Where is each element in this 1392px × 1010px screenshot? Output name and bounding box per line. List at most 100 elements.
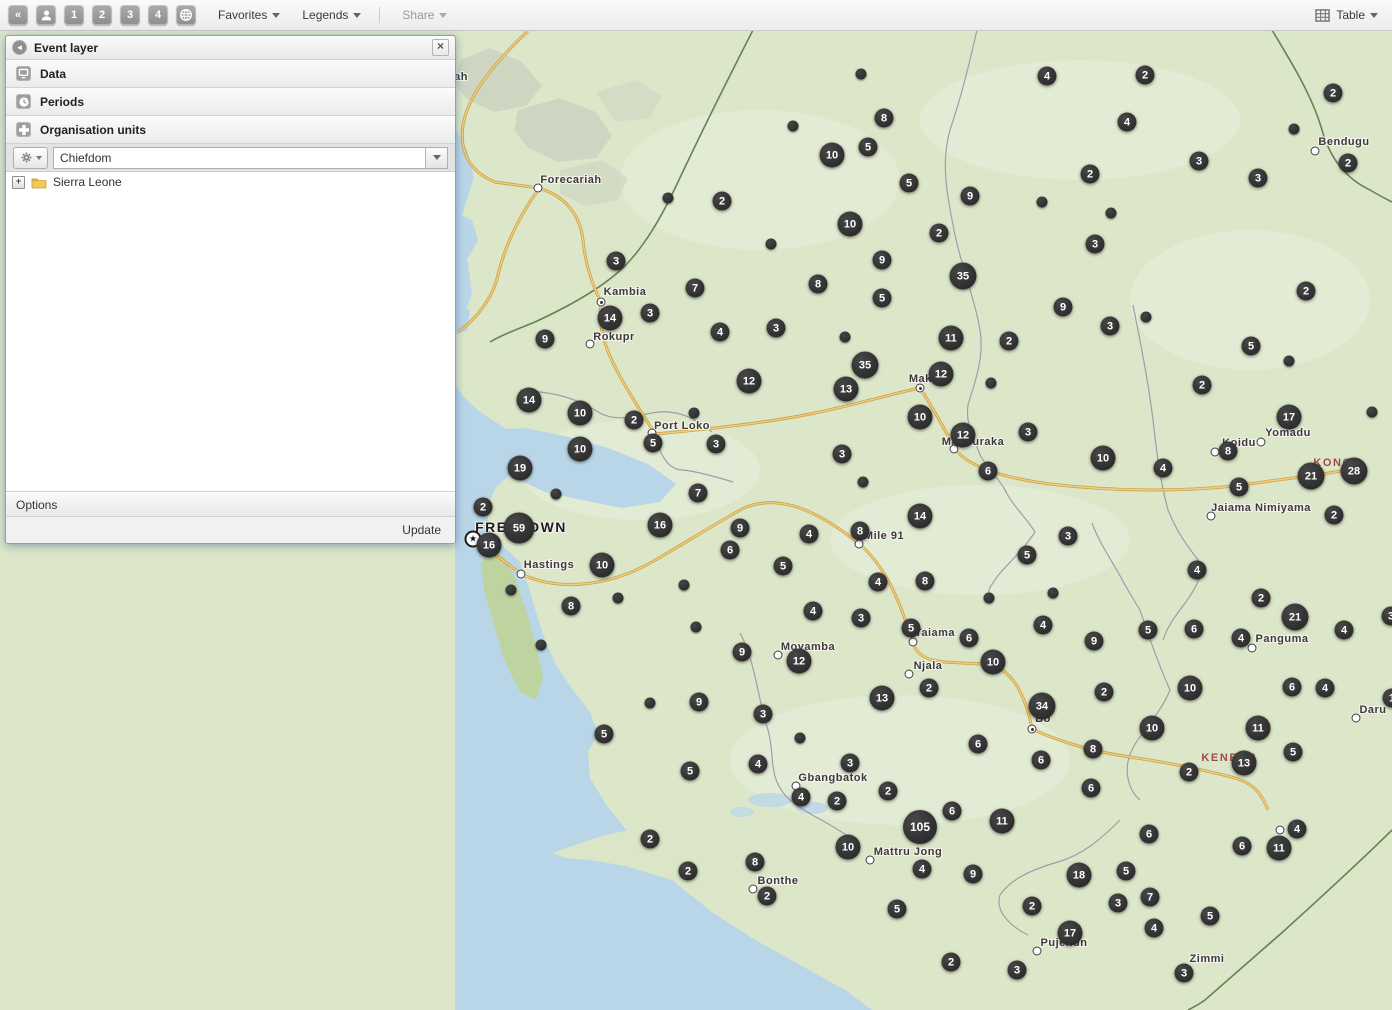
cluster-marker[interactable]: 3 [767, 319, 786, 338]
cluster-marker[interactable]: 2 [625, 411, 644, 430]
event-dot[interactable] [795, 733, 806, 744]
cluster-marker[interactable]: 2 [1325, 506, 1344, 525]
cluster-marker[interactable]: 9 [964, 865, 983, 884]
cluster-marker[interactable]: 5 [888, 900, 907, 919]
cluster-marker[interactable]: 10 [836, 835, 861, 860]
event-dot[interactable] [840, 332, 851, 343]
event-dot[interactable] [1367, 407, 1378, 418]
cluster-marker[interactable]: 4 [1288, 820, 1307, 839]
layer-3-button[interactable]: 3 [120, 5, 140, 25]
cluster-marker[interactable]: 14 [517, 388, 542, 413]
cluster-marker[interactable]: 7 [1141, 888, 1160, 907]
cluster-marker[interactable]: 6 [1185, 620, 1204, 639]
cluster-marker[interactable]: 4 [1118, 113, 1137, 132]
cluster-marker[interactable]: 5 [1284, 743, 1303, 762]
cluster-marker[interactable]: 9 [733, 643, 752, 662]
cluster-marker[interactable]: 2 [679, 862, 698, 881]
cluster-marker[interactable]: 11 [939, 326, 964, 351]
cluster-marker[interactable]: 6 [969, 735, 988, 754]
cluster-marker[interactable]: 10 [908, 405, 933, 430]
event-dot[interactable] [766, 239, 777, 250]
section-data[interactable]: Data [6, 60, 455, 88]
event-dot[interactable] [858, 477, 869, 488]
cluster-marker[interactable]: 5 [859, 138, 878, 157]
event-dot[interactable] [1141, 312, 1152, 323]
section-periods[interactable]: Periods [6, 88, 455, 116]
event-dot[interactable] [1037, 197, 1048, 208]
cluster-marker[interactable]: 10 [590, 553, 615, 578]
cluster-marker[interactable]: 6 [979, 462, 998, 481]
cluster-marker[interactable]: 5 [873, 289, 892, 308]
cluster-marker[interactable]: 9 [873, 251, 892, 270]
cluster-marker[interactable]: 7 [686, 279, 705, 298]
options-section[interactable]: Options [6, 492, 455, 517]
cluster-marker[interactable]: 8 [916, 572, 935, 591]
cluster-marker[interactable]: 13 [1232, 751, 1257, 776]
cluster-marker[interactable]: 35 [852, 352, 879, 379]
layer-1-button[interactable]: 1 [64, 5, 84, 25]
cluster-marker[interactable]: 3 [1382, 607, 1392, 626]
cluster-marker[interactable]: 13 [870, 686, 895, 711]
cluster-marker[interactable]: 6 [1032, 751, 1051, 770]
cluster-marker[interactable]: 6 [721, 541, 740, 560]
cluster-marker[interactable]: 2 [1136, 66, 1155, 85]
cluster-marker[interactable]: 10 [981, 650, 1006, 675]
cluster-marker[interactable]: 10 [568, 401, 593, 426]
cluster-marker[interactable]: 4 [800, 525, 819, 544]
close-icon[interactable]: × [432, 39, 449, 56]
cluster-marker[interactable]: 8 [1219, 442, 1238, 461]
event-dot[interactable] [613, 593, 624, 604]
cluster-marker[interactable]: 3 [607, 252, 626, 271]
cluster-marker[interactable]: 2 [1339, 154, 1358, 173]
cluster-marker[interactable]: 5 [900, 174, 919, 193]
cluster-marker[interactable]: 2 [1324, 84, 1343, 103]
cluster-marker[interactable]: 9 [731, 519, 750, 538]
cluster-marker[interactable]: 2 [1023, 897, 1042, 916]
cluster-marker[interactable]: 11 [1246, 716, 1271, 741]
cluster-marker[interactable]: 59 [504, 513, 535, 544]
event-dot[interactable] [1289, 124, 1300, 135]
cluster-marker[interactable]: 8 [1084, 740, 1103, 759]
cluster-marker[interactable]: 3 [1019, 423, 1038, 442]
cluster-marker[interactable]: 10 [1178, 676, 1203, 701]
cluster-marker[interactable]: 4 [913, 860, 932, 879]
cluster-marker[interactable]: 3 [641, 304, 660, 323]
cluster-marker[interactable]: 5 [1201, 907, 1220, 926]
event-dot[interactable] [986, 378, 997, 389]
expand-plus-icon[interactable]: + [12, 176, 25, 189]
cluster-marker[interactable]: 6 [943, 802, 962, 821]
cluster-marker[interactable]: 10 [838, 212, 863, 237]
cluster-marker[interactable]: 4 [1034, 616, 1053, 635]
cluster-marker[interactable]: 14 [908, 504, 933, 529]
cluster-marker[interactable]: 8 [562, 597, 581, 616]
boundary-layer-button[interactable] [36, 5, 56, 25]
cluster-marker[interactable]: 34 [1029, 693, 1056, 720]
share-menu[interactable]: Share [402, 8, 447, 22]
event-dot[interactable] [984, 593, 995, 604]
cluster-marker[interactable]: 5 [644, 434, 663, 453]
tree-node-sierra-leone[interactable]: + Sierra Leone [6, 172, 455, 192]
cluster-marker[interactable]: 21 [1298, 463, 1325, 490]
cluster-marker[interactable]: 2 [758, 887, 777, 906]
cluster-marker[interactable]: 3 [1008, 961, 1027, 980]
layer-2-button[interactable]: 2 [92, 5, 112, 25]
cluster-marker[interactable]: 5 [1230, 478, 1249, 497]
cluster-marker[interactable]: 5 [1139, 621, 1158, 640]
cluster-marker[interactable]: 4 [1335, 621, 1354, 640]
cluster-marker[interactable]: 12 [787, 649, 812, 674]
cluster-marker[interactable]: 2 [930, 224, 949, 243]
cluster-marker[interactable]: 9 [1085, 632, 1104, 651]
section-organisation-units[interactable]: Organisation units [6, 116, 455, 144]
cluster-marker[interactable]: 3 [1190, 152, 1209, 171]
panel-back-icon[interactable]: ◄ [12, 40, 27, 55]
update-button[interactable]: Update [402, 523, 441, 537]
event-dot[interactable] [1284, 356, 1295, 367]
gear-button[interactable] [13, 147, 48, 169]
cluster-marker[interactable]: 2 [641, 830, 660, 849]
cluster-marker[interactable]: 3 [1249, 169, 1268, 188]
event-dot[interactable] [856, 69, 867, 80]
legends-menu[interactable]: Legends [302, 8, 361, 22]
event-dot[interactable] [788, 121, 799, 132]
cluster-marker[interactable]: 3 [1059, 527, 1078, 546]
cluster-marker[interactable]: 4 [1154, 459, 1173, 478]
